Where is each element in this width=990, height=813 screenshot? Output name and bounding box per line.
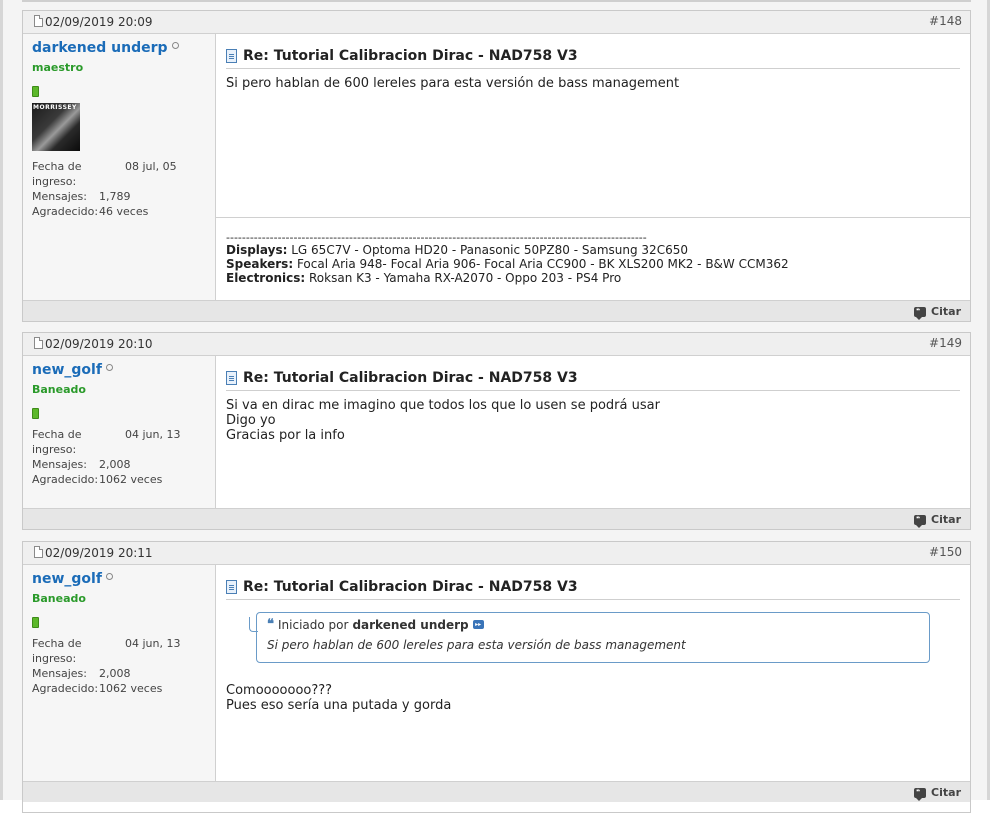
avatar[interactable]: MORRISSEY (32, 103, 80, 151)
quote-icon: ❝ (267, 617, 274, 632)
user-info-panel: new_golf Baneado Fecha de ingreso: 04 jun… (23, 565, 216, 781)
post-date: 02/09/2019 20:09 (45, 15, 153, 29)
cite-button[interactable]: ❝ Citar (914, 786, 961, 801)
post-number-link[interactable]: #148 (929, 14, 962, 28)
status-offline-icon (105, 573, 113, 580)
quote-text: Si pero hablan de 600 lereles para esta … (267, 638, 686, 652)
signature: ----------------------------------------… (216, 217, 970, 300)
post-header: 02/09/2019 20:09 #148 (23, 11, 970, 34)
user-stats: Fecha de ingreso: 04 jun, 13 Mensajes: 2,0… (32, 637, 181, 695)
date-icon (34, 337, 43, 349)
post-footer: ❝ Citar (23, 781, 970, 802)
post-header: 02/09/2019 20:10 #149 (23, 333, 970, 356)
post-title: Re: Tutorial Calibracion Dirac - NAD758 … (226, 579, 960, 600)
post-date: 02/09/2019 20:11 (45, 546, 153, 560)
username-link[interactable]: new_golf (32, 362, 215, 378)
user-info-panel: new_golf Baneado Fecha de ingreso: 04 jun… (23, 356, 216, 508)
post-content: Re: Tutorial Calibracion Dirac - NAD758 … (216, 565, 970, 781)
post-header: 02/09/2019 20:11 #150 (23, 542, 970, 565)
left-border (0, 0, 3, 800)
user-stats: Fecha de ingreso: 04 jun, 13 Mensajes: 2,0… (32, 428, 181, 486)
cite-button[interactable]: ❝ Citar (914, 305, 961, 320)
user-info-panel: darkened underp maestro MORRISSEY Fecha … (23, 34, 216, 300)
username-link[interactable]: darkened underp (32, 40, 215, 56)
top-divider (22, 0, 971, 2)
post-message: Si pero hablan de 600 lereles para esta … (226, 76, 680, 91)
goto-post-icon[interactable]: ▸▸ (472, 620, 484, 629)
cite-icon: ❝ (914, 787, 927, 801)
user-rank: Baneado (32, 383, 86, 396)
post-title: Re: Tutorial Calibracion Dirac - NAD758 … (226, 370, 960, 391)
post-message: Si va en dirac me imagino que todos los … (226, 398, 660, 443)
username-link[interactable]: new_golf (32, 571, 215, 587)
quote-header: ❝ Iniciado por darkened underp ▸▸ (267, 617, 919, 632)
post-content: Re: Tutorial Calibracion Dirac - NAD758 … (216, 356, 970, 508)
status-offline-icon (105, 364, 113, 371)
quote-box: ❝ Iniciado por darkened underp ▸▸ Si per… (249, 612, 930, 663)
post-number-link[interactable]: #149 (929, 336, 962, 350)
document-icon (226, 580, 237, 594)
quote-author: darkened underp (352, 617, 469, 632)
post-number-link[interactable]: #150 (929, 545, 962, 559)
post-footer: ❝ Citar (23, 300, 970, 321)
cite-button[interactable]: ❝ Citar (914, 513, 961, 528)
post-150: 02/09/2019 20:11 #150 new_golf Baneado F… (22, 541, 971, 813)
user-rank: maestro (32, 61, 84, 74)
status-offline-icon (171, 42, 179, 49)
document-icon (226, 371, 237, 385)
document-icon (226, 49, 237, 63)
reputation-icon (32, 617, 39, 628)
reputation-icon (32, 86, 39, 97)
post-footer: ❝ Citar (23, 508, 970, 529)
date-icon (34, 546, 43, 558)
post-148: 02/09/2019 20:09 #148 darkened underp ma… (22, 10, 971, 322)
user-stats: Fecha de ingreso: 08 jul, 05 Mensajes: 1,7… (32, 160, 177, 218)
post-149: 02/09/2019 20:10 #149 new_golf Baneado F… (22, 332, 971, 530)
post-content: Re: Tutorial Calibracion Dirac - NAD758 … (216, 34, 970, 300)
user-rank: Baneado (32, 592, 86, 605)
post-date: 02/09/2019 20:10 (45, 337, 153, 351)
cite-icon: ❝ (914, 306, 927, 320)
cite-icon: ❝ (914, 514, 927, 528)
post-message: Comooooooo??? Pues eso sería una putada … (226, 683, 452, 713)
date-icon (34, 15, 43, 27)
reputation-icon (32, 408, 39, 419)
post-title: Re: Tutorial Calibracion Dirac - NAD758 … (226, 48, 960, 69)
